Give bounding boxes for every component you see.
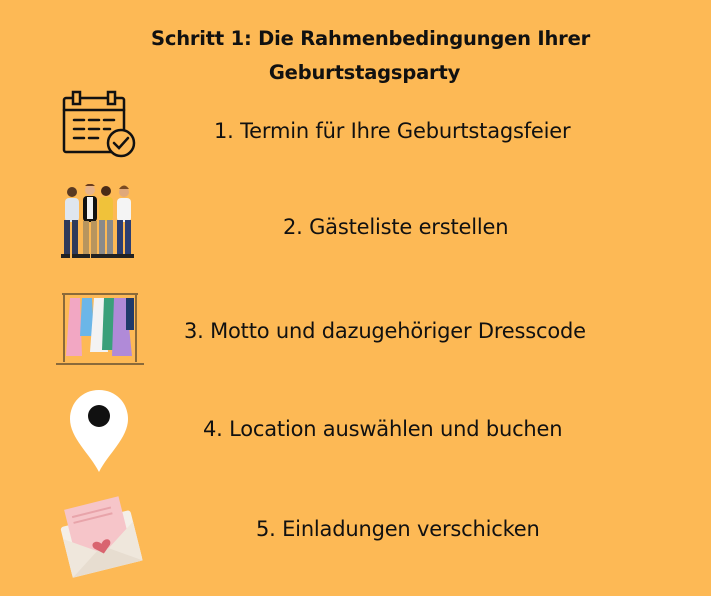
calendar-check-icon: [62, 90, 136, 158]
page-title: Schritt 1: Die Rahmenbedingungen Ihrer G…: [0, 22, 711, 90]
item-label-dresscode: 3. Motto und dazugehöriger Dresscode: [184, 319, 586, 343]
clothing-rack-icon: [56, 293, 144, 365]
list-item-guests: 2. Gästeliste erstellen: [0, 184, 711, 274]
item-label-location: 4. Location auswählen und buchen: [203, 417, 563, 441]
item-label-invitations: 5. Einladungen verschicken: [256, 517, 540, 541]
envelope-heart-icon: [60, 496, 143, 578]
title-line-2: Geburtstagsparty: [268, 61, 461, 84]
people-group-icon: [61, 184, 134, 258]
list-item-location: 4. Location auswählen und buchen: [0, 388, 711, 478]
map-pin-icon: [70, 390, 128, 472]
item-label-date: 1. Termin für Ihre Geburtstagsfeier: [214, 119, 571, 143]
list-item-invitations: 5. Einladungen verschicken: [0, 488, 711, 578]
list-item-dresscode: 3. Motto und dazugehöriger Dresscode: [0, 290, 711, 380]
list-item-date: 1. Termin für Ihre Geburtstagsfeier: [0, 88, 711, 178]
item-label-guests: 2. Gästeliste erstellen: [283, 215, 509, 239]
title-line-1: Schritt 1: Die Rahmenbedingungen Ihrer: [150, 27, 591, 50]
